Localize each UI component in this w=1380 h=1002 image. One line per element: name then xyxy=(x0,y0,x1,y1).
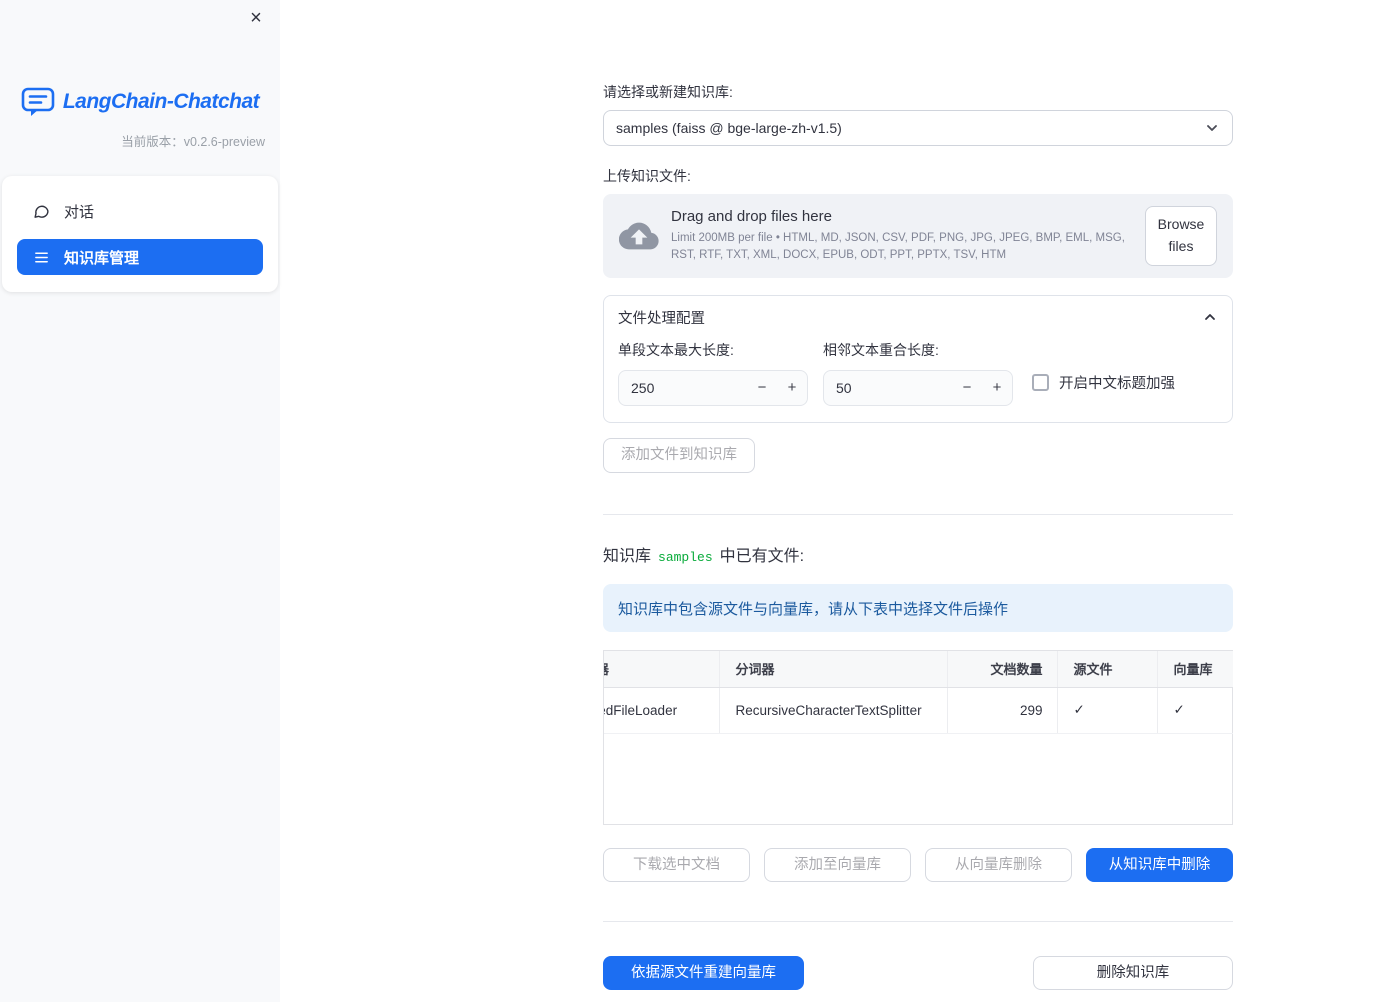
uploader-title: Drag and drop files here xyxy=(671,208,832,226)
cell-splitter: RecursiveCharacterTextSplitter xyxy=(718,687,947,734)
version-label: 当前版本：v0.2.6-preview xyxy=(121,135,265,149)
cell-loader: UnstructuredFileLoader xyxy=(604,687,719,734)
info-text: 知识库中包含源文件与向量库，请从下表中选择文件后操作 xyxy=(618,600,1009,618)
max-length-input[interactable]: 250 − + xyxy=(618,370,808,406)
file-config-title: 文件处理配置 xyxy=(618,310,705,327)
chat-bubble-icon xyxy=(33,203,50,220)
file-uploader-dropzone[interactable]: Drag and drop files here Limit 200MB per… xyxy=(603,194,1233,278)
browse-files-button[interactable]: Browse files xyxy=(1145,206,1217,266)
kb-bottom-buttons: 依据源文件重建向量库 删除知识库 xyxy=(603,956,1233,990)
download-selected-button[interactable]: 下载选中文档 xyxy=(603,848,750,882)
max-length-value: 250 xyxy=(631,380,655,396)
overlap-group: 相邻文本重合长度: 50 − + xyxy=(823,340,1013,406)
delete-from-kb-button[interactable]: 从知识库中删除 xyxy=(1086,848,1233,882)
cell-vector-check: ✓ xyxy=(1156,687,1233,734)
kb-files-prefix: 知识库 xyxy=(603,548,652,565)
col-header-vector-store[interactable]: 向量库 xyxy=(1156,651,1233,688)
main-content: 请选择或新建知识库: samples (faiss @ bge-large-zh… xyxy=(603,0,1233,990)
sidebar: × LangChain-Chatchat 当前版本：v0.2.6-preview… xyxy=(0,0,280,1002)
kb-files-heading: 知识库 samples 中已有文件: xyxy=(603,542,1233,566)
max-length-group: 单段文本最大长度: 250 − + xyxy=(618,340,808,406)
kb-files-suffix: 中已有文件: xyxy=(719,548,805,565)
overlap-input[interactable]: 50 − + xyxy=(823,370,1013,406)
uploader-label: 上传知识文件: xyxy=(603,168,691,184)
overlap-label: 相邻文本重合长度: xyxy=(823,342,939,358)
divider xyxy=(603,514,1233,515)
delete-from-vector-store-button[interactable]: 从向量库删除 xyxy=(925,848,1072,882)
cell-source-check: ✓ xyxy=(1056,687,1157,734)
sidebar-close-icon[interactable]: × xyxy=(244,6,268,30)
kb-name-code: samples xyxy=(658,550,713,565)
max-length-label: 单段文本最大长度: xyxy=(618,342,734,358)
add-files-button[interactable]: 添加文件到知识库 xyxy=(603,438,755,473)
plus-icon[interactable]: + xyxy=(777,371,807,405)
sidebar-item-knowledge-base[interactable]: 知识库管理 xyxy=(17,239,263,275)
kb-select-label: 请选择或新建知识库: xyxy=(603,84,733,100)
uploader-limit: Limit 200MB per file • HTML, MD, JSON, C… xyxy=(671,232,1125,261)
kb-select-value: samples (faiss @ bge-large-zh-v1.5) xyxy=(616,120,842,136)
minus-icon[interactable]: − xyxy=(952,371,982,405)
cell-doc-count: 299 xyxy=(946,687,1057,734)
col-header-loader[interactable]: 文档加载器 xyxy=(604,651,719,688)
logo-chat-icon xyxy=(21,86,55,117)
minus-icon[interactable]: − xyxy=(747,371,777,405)
kb-files-table[interactable]: 文档加载器 分词器 文档数量 源文件 向量库 UnstructuredFileL… xyxy=(603,650,1233,825)
chevron-up-icon xyxy=(1202,309,1218,325)
col-header-splitter[interactable]: 分词器 xyxy=(718,651,947,688)
add-to-vector-store-button[interactable]: 添加至向量库 xyxy=(764,848,911,882)
info-banner: 知识库中包含源文件与向量库，请从下表中选择文件后操作 xyxy=(603,584,1233,632)
col-header-doc-count[interactable]: 文档数量 xyxy=(946,651,1057,688)
chevron-down-icon xyxy=(1204,120,1220,136)
sidebar-item-label: 知识库管理 xyxy=(64,249,140,267)
table-row[interactable]: UnstructuredFileLoader RecursiveCharacte… xyxy=(604,687,1233,734)
list-icon xyxy=(33,249,50,266)
sidebar-item-label: 对话 xyxy=(64,203,95,221)
col-header-source-file[interactable]: 源文件 xyxy=(1056,651,1157,688)
rebuild-vector-store-button[interactable]: 依据源文件重建向量库 xyxy=(603,956,804,990)
uploader-texts: Drag and drop files here Limit 200MB per… xyxy=(671,208,1145,263)
file-action-buttons: 下载选中文档 添加至向量库 从向量库删除 从知识库中删除 xyxy=(603,848,1233,882)
app-title: LangChain-Chatchat xyxy=(62,89,260,113)
file-config-expander: 文件处理配置 单段文本最大长度: 250 − + 相邻文本重合长度: 50 − … xyxy=(603,295,1233,423)
kb-select[interactable]: samples (faiss @ bge-large-zh-v1.5) xyxy=(603,110,1233,146)
table-header-row: 文档加载器 分词器 文档数量 源文件 向量库 xyxy=(604,651,1233,688)
sidebar-menu: 对话 知识库管理 xyxy=(2,176,278,292)
sidebar-item-dialogue[interactable]: 对话 xyxy=(17,193,263,229)
divider xyxy=(603,921,1233,922)
cloud-upload-icon xyxy=(619,216,659,256)
logo: LangChain-Chatchat xyxy=(0,86,280,117)
file-config-body: 单段文本最大长度: 250 − + 相邻文本重合长度: 50 − + 开启中文标… xyxy=(604,338,1232,422)
zh-title-enhance: 开启中文标题加强 xyxy=(1032,364,1175,400)
overlap-value: 50 xyxy=(836,380,852,396)
delete-kb-button[interactable]: 删除知识库 xyxy=(1033,956,1233,990)
plus-icon[interactable]: + xyxy=(982,371,1012,405)
file-config-expander-header[interactable]: 文件处理配置 xyxy=(604,296,1232,338)
zh-title-enhance-label: 开启中文标题加强 xyxy=(1059,375,1175,392)
zh-title-enhance-checkbox[interactable] xyxy=(1032,373,1049,391)
